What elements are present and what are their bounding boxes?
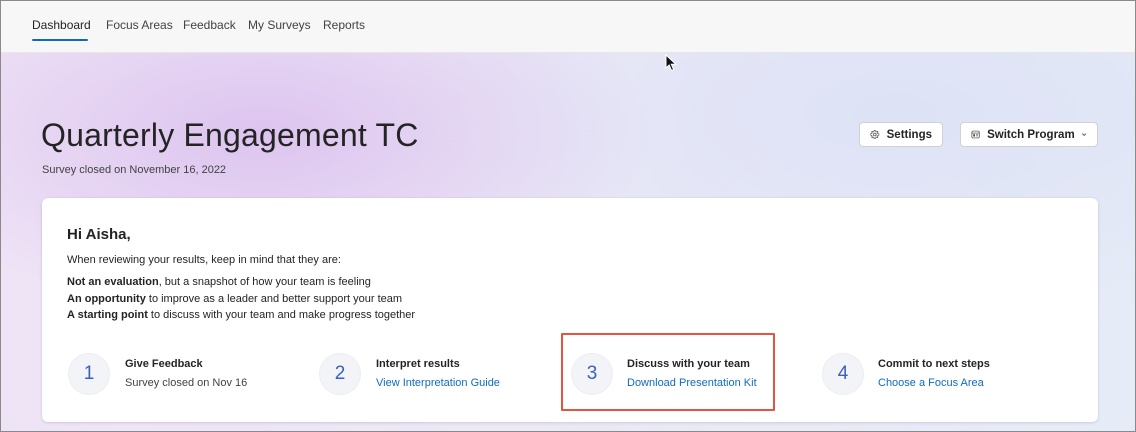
step-subtitle-survey-closed: Survey closed on Nov 16 [125,377,248,389]
point-bold: An opportunity [67,293,146,305]
point-bold: Not an evaluation [67,276,159,288]
step-title-commit-next-steps: Commit to next steps [878,358,990,370]
tab-feedback[interactable]: Feedback [183,18,236,32]
switch-program-button[interactable]: Switch Program [960,122,1098,147]
gear-icon [870,130,880,139]
switch-program-label: Switch Program [987,128,1075,141]
greeting: Hi Aisha, [67,226,131,243]
point-text: to discuss with your team and make progr… [147,309,416,321]
view-interpretation-guide-link[interactable]: View Interpretation Guide [376,377,500,389]
intro-text: When reviewing your results, keep in min… [67,254,341,266]
step-title-give-feedback: Give Feedback [125,358,203,370]
step-number-2: 2 [319,353,361,395]
point-bold: A starting point [67,309,148,321]
mouse-cursor-icon [665,54,677,72]
point-item: A starting point to discuss with your te… [67,309,415,321]
welcome-card: Hi Aisha, When reviewing your results, k… [42,198,1098,422]
step-title-interpret-results: Interpret results [376,358,460,370]
step-title-discuss-with-team: Discuss with your team [627,358,750,370]
point-item: Not an evaluation, but a snapshot of how… [67,276,371,288]
program-switch-icon [971,130,980,139]
page-title: Quarterly Engagement TC [41,117,419,153]
active-tab-indicator [32,39,88,41]
step-number-4: 4 [822,353,864,395]
top-navigation: Dashboard Focus Areas Feedback My Survey… [1,1,1135,53]
download-presentation-kit-link[interactable]: Download Presentation Kit [627,377,757,389]
tab-dashboard[interactable]: Dashboard [32,18,91,32]
point-text: , but a snapshot of how your team is fee… [158,276,371,288]
app-window: Dashboard Focus Areas Feedback My Survey… [0,0,1136,432]
point-item: An opportunity to improve as a leader an… [67,293,402,305]
point-text: to improve as a leader and better suppor… [145,293,403,305]
choose-focus-area-link[interactable]: Choose a Focus Area [878,377,984,389]
step-number-1: 1 [68,353,110,395]
tab-my-surveys[interactable]: My Surveys [248,18,311,32]
tab-reports[interactable]: Reports [323,18,365,32]
settings-button[interactable]: Settings [859,122,943,147]
step-number-3: 3 [571,353,613,395]
survey-closed-date: Survey closed on November 16, 2022 [42,164,227,176]
chevron-down-icon [1081,133,1087,136]
settings-label: Settings [886,128,932,141]
tab-focus-areas[interactable]: Focus Areas [106,18,173,32]
